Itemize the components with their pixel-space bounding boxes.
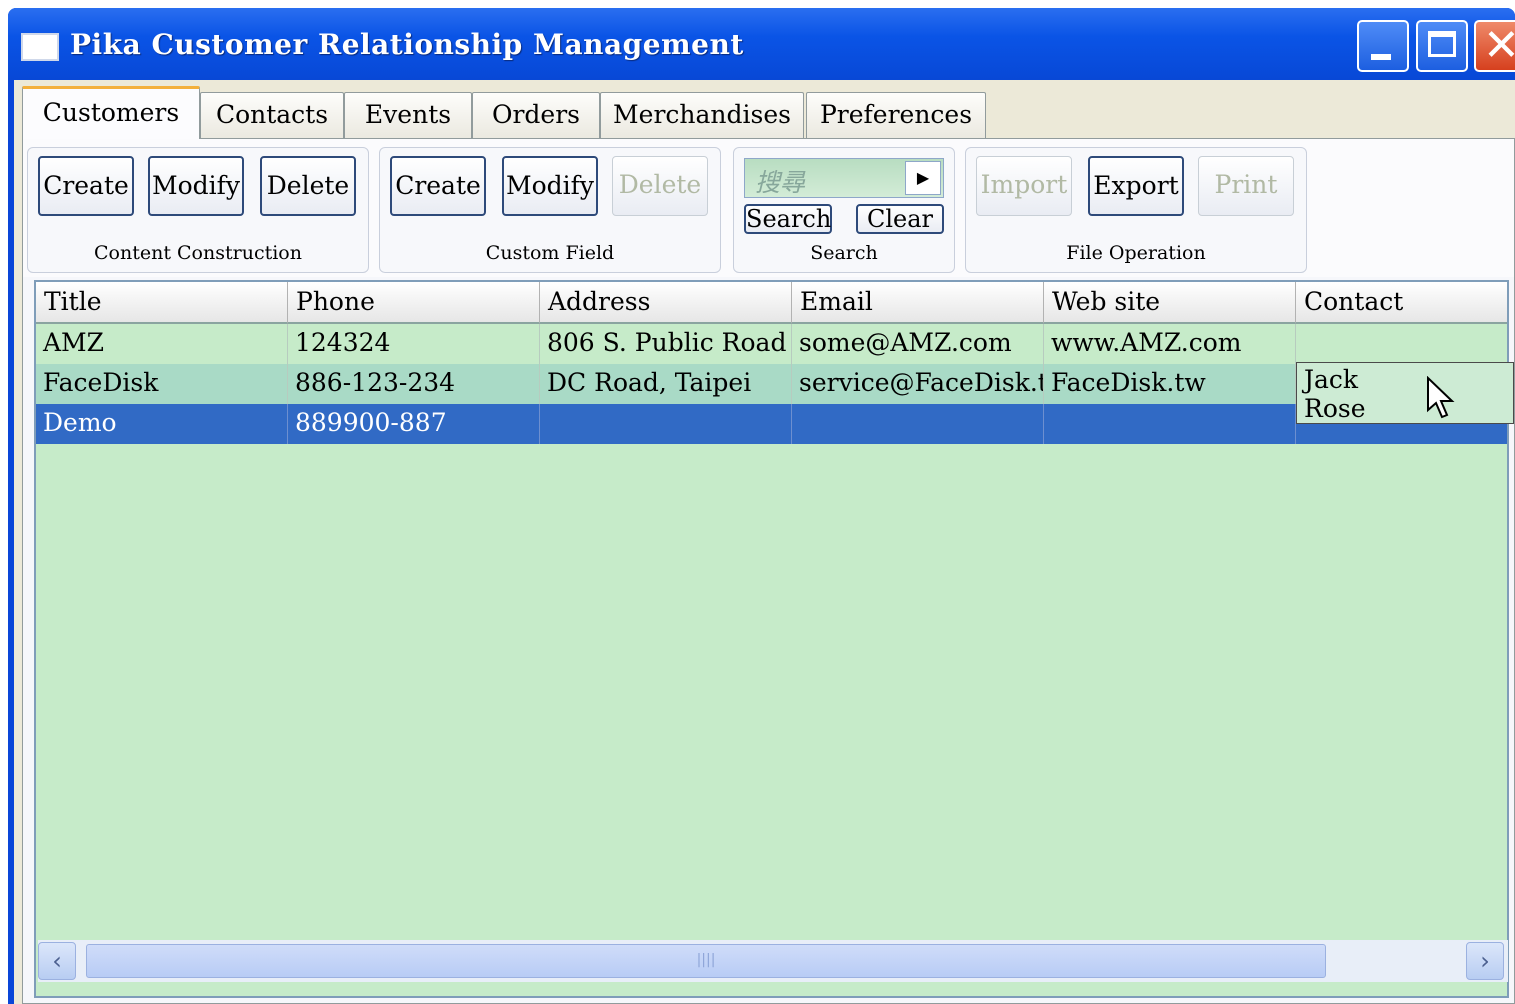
- group-label: Content Construction: [94, 242, 302, 264]
- content-modify-button[interactable]: Modify: [148, 156, 244, 216]
- group-label: File Operation: [1066, 242, 1206, 264]
- content-delete-button[interactable]: Delete: [260, 156, 356, 216]
- scroll-right-icon[interactable]: ›: [1466, 942, 1504, 980]
- contact-option-jack[interactable]: Jack: [1304, 366, 1358, 394]
- table-row[interactable]: AMZ 124324 806 S. Public Road some@AMZ.c…: [36, 324, 1507, 365]
- close-icon: ✕: [1483, 20, 1515, 71]
- field-create-button[interactable]: Create: [390, 156, 486, 216]
- cell-title[interactable]: AMZ: [36, 324, 288, 364]
- tab-contacts[interactable]: Contacts: [200, 92, 344, 138]
- close-button[interactable]: ✕: [1474, 20, 1515, 72]
- cell-email[interactable]: service@FaceDisk.t▸: [792, 364, 1044, 404]
- content-construction-group: Create Modify Delete Content Constructio…: [27, 147, 369, 273]
- column-header-title[interactable]: Title: [36, 282, 288, 324]
- cell-email[interactable]: some@AMZ.com: [792, 324, 1044, 364]
- search-group: 搜尋 ▶ Search Clear Search: [733, 147, 955, 273]
- cell-address[interactable]: DC Road, Taipei: [540, 364, 792, 404]
- custom-field-group: Create Modify Delete Custom Field: [379, 147, 721, 273]
- app-icon: [21, 33, 59, 61]
- tab-preferences[interactable]: Preferences: [806, 92, 986, 138]
- export-button[interactable]: Export: [1088, 156, 1184, 216]
- column-header-website[interactable]: Web site: [1044, 282, 1296, 324]
- cell-website[interactable]: [1044, 404, 1296, 444]
- horizontal-scrollbar[interactable]: ‹ |||| ›: [38, 940, 1508, 982]
- file-operation-group: Import Export Print File Operation: [965, 147, 1307, 273]
- scroll-left-icon[interactable]: ‹: [38, 942, 76, 980]
- ribbon-toolbar: Create Modify Delete Content Constructio…: [23, 139, 1514, 277]
- tab-events[interactable]: Events: [344, 92, 472, 138]
- customers-grid[interactable]: Title Phone Address Email Web site Conta…: [34, 280, 1509, 998]
- cell-address[interactable]: [540, 404, 792, 444]
- maximize-button[interactable]: [1416, 20, 1468, 72]
- content-create-button[interactable]: Create: [38, 156, 134, 216]
- field-modify-button[interactable]: Modify: [502, 156, 598, 216]
- tab-strip: Customers Contacts Events Orders Merchan…: [14, 80, 1515, 139]
- mouse-cursor-icon: [1427, 376, 1455, 419]
- cell-contact[interactable]: [1296, 324, 1507, 364]
- column-header-email[interactable]: Email: [792, 282, 1044, 324]
- grid-header: Title Phone Address Email Web site Conta…: [36, 282, 1507, 324]
- minimize-button[interactable]: [1357, 20, 1409, 72]
- table-row-selected[interactable]: Demo 889900-887: [36, 404, 1507, 444]
- cell-phone[interactable]: 889900-887: [288, 404, 540, 444]
- cell-website[interactable]: www.AMZ.com: [1044, 324, 1296, 364]
- cell-phone[interactable]: 124324: [288, 324, 540, 364]
- cell-email[interactable]: [792, 404, 1044, 444]
- clear-button[interactable]: Clear: [856, 204, 944, 234]
- column-header-contact[interactable]: Contact: [1296, 282, 1507, 324]
- print-button[interactable]: Print: [1198, 156, 1294, 216]
- play-arrow-icon[interactable]: ▶: [905, 161, 941, 195]
- title-bar[interactable]: Pika Customer Relationship Management ✕: [8, 8, 1515, 80]
- table-row[interactable]: FaceDisk 886-123-234 DC Road, Taipei ser…: [36, 364, 1507, 404]
- scrollbar-thumb[interactable]: ||||: [86, 944, 1326, 978]
- contact-dropdown[interactable]: Jack Rose: [1296, 362, 1514, 424]
- search-input[interactable]: 搜尋 ▶: [744, 158, 944, 198]
- search-button[interactable]: Search: [744, 204, 832, 234]
- contact-option-rose[interactable]: Rose: [1304, 395, 1366, 423]
- group-label: Search: [810, 242, 878, 264]
- search-placeholder: 搜尋: [755, 168, 806, 197]
- column-header-address[interactable]: Address: [540, 282, 792, 324]
- tab-customers[interactable]: Customers: [22, 86, 200, 139]
- cell-phone[interactable]: 886-123-234: [288, 364, 540, 404]
- window-title: Pika Customer Relationship Management: [70, 28, 744, 61]
- cell-address[interactable]: 806 S. Public Road: [540, 324, 792, 364]
- column-header-phone[interactable]: Phone: [288, 282, 540, 324]
- tab-orders[interactable]: Orders: [472, 92, 600, 138]
- cell-website[interactable]: FaceDisk.tw: [1044, 364, 1296, 404]
- field-delete-button[interactable]: Delete: [612, 156, 708, 216]
- cell-title[interactable]: FaceDisk: [36, 364, 288, 404]
- group-label: Custom Field: [485, 242, 615, 264]
- import-button[interactable]: Import: [976, 156, 1072, 216]
- tab-merchandises[interactable]: Merchandises: [600, 92, 804, 138]
- cell-title[interactable]: Demo: [36, 404, 288, 444]
